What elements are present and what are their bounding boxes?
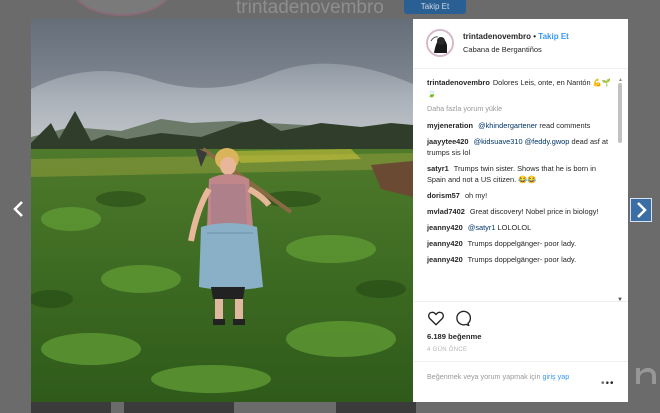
comment-username[interactable]: jeanny420 (427, 239, 463, 248)
avatar[interactable] (426, 29, 454, 57)
post-location[interactable]: Cabana de Bergantiños (463, 45, 542, 54)
scrollbar-thumb[interactable] (618, 83, 622, 143)
comment-username[interactable]: satyr1 (427, 164, 449, 173)
caption-text: Dolores Leis, onte, en Nantón (492, 78, 591, 87)
comment-username[interactable]: jaayytee420 (427, 137, 469, 146)
avatar-image (428, 31, 452, 55)
background-username: trintadenovembro (236, 0, 384, 18)
comment-item: satyr1 Trumps twin sister. Shows that he… (427, 163, 616, 185)
field-photo-image (31, 19, 413, 402)
comment-mention[interactable]: @satyr1 (468, 223, 496, 232)
comment-text: oh my! (464, 191, 488, 200)
post-timestamp: 4 GÜN ÖNCE (427, 347, 468, 353)
comment-username[interactable]: dorism57 (427, 191, 460, 200)
chevron-left-icon (13, 201, 23, 217)
comment-item: jaayytee420 @kidsuave310 @feddy.gwop dea… (427, 136, 616, 158)
chevron-right-icon (637, 202, 647, 218)
caption-username[interactable]: trintadenovembro (427, 78, 490, 87)
comments-panel: trintadenovembro • Takip Et Cabana de Be… (413, 19, 628, 402)
comment-username[interactable]: mvlad7402 (427, 207, 465, 216)
comment-item: dorism57 oh my! (427, 190, 616, 201)
post-username[interactable]: trintadenovembro (463, 32, 531, 41)
likes-count[interactable]: 6.189 beğenme (427, 332, 481, 341)
login-link[interactable]: giriş yap (542, 372, 569, 381)
header-user-line: trintadenovembro • Takip Et (463, 32, 569, 41)
comment-username[interactable]: jeanny420 (427, 223, 463, 232)
background-follow-button[interactable]: Takip Et (404, 0, 466, 14)
post-header: trintadenovembro • Takip Et Cabana de Be… (413, 19, 628, 69)
comment-icon (456, 310, 472, 327)
comment-text: read comments (539, 121, 591, 130)
site-watermark-logo (588, 360, 656, 388)
comment-text: LOLOLOL (497, 223, 532, 232)
caption: trintadenovembro Dolores Leis, onte, en N… (427, 77, 616, 99)
load-more-comments-link[interactable]: Daha fazla yorum yükle (427, 104, 616, 113)
separator-dot: • (533, 32, 537, 41)
comment-text: Trumps doppelgänger- poor lady. (467, 255, 577, 264)
login-prompt-text: Beğenmek veya yorum yapmak için (427, 372, 541, 381)
background-avatar (72, 0, 172, 16)
comments-list: trintadenovembro Dolores Leis, onte, en N… (413, 69, 628, 301)
heart-icon (428, 311, 444, 326)
comment-text: Great discovery! Nobel price in biology! (469, 207, 599, 216)
comment-item: myjeneration @khindergartener read comme… (427, 120, 616, 131)
previous-post-button[interactable] (8, 196, 28, 222)
follow-button[interactable]: Takip Et (538, 32, 569, 41)
comment-item: jeanny420 @satyr1 LOLOLOL (427, 222, 616, 233)
like-button[interactable] (427, 309, 445, 327)
comment-username[interactable]: jeanny420 (427, 255, 463, 264)
post-photo (31, 19, 413, 402)
comment-text: Trumps twin sister. Shows that he is bor… (427, 164, 596, 184)
comment-button[interactable] (453, 309, 472, 327)
login-prompt: Beğenmek veya yorum yapmak için giriş ya… (427, 371, 597, 382)
comments-scrollbar[interactable]: ▲ ▼ (617, 77, 623, 305)
next-post-button[interactable] (630, 198, 652, 222)
comment-text: Trumps doppelgänger- poor lady. (467, 239, 577, 248)
comment-item: jeanny420 Trumps doppelgänger- poor lady… (427, 254, 616, 265)
comment-mention[interactable]: @khindergartener (478, 121, 537, 130)
comment-item: jeanny420 Trumps doppelgänger- poor lady… (427, 238, 616, 249)
comment-item: mvlad7402 Great discovery! Nobel price i… (427, 206, 616, 217)
comment-username[interactable]: myjeneration (427, 121, 473, 130)
comment-mention[interactable]: @kidsuave310 @feddy.gwop (474, 137, 570, 146)
post-modal: trintadenovembro • Takip Et Cabana de Be… (31, 19, 628, 402)
